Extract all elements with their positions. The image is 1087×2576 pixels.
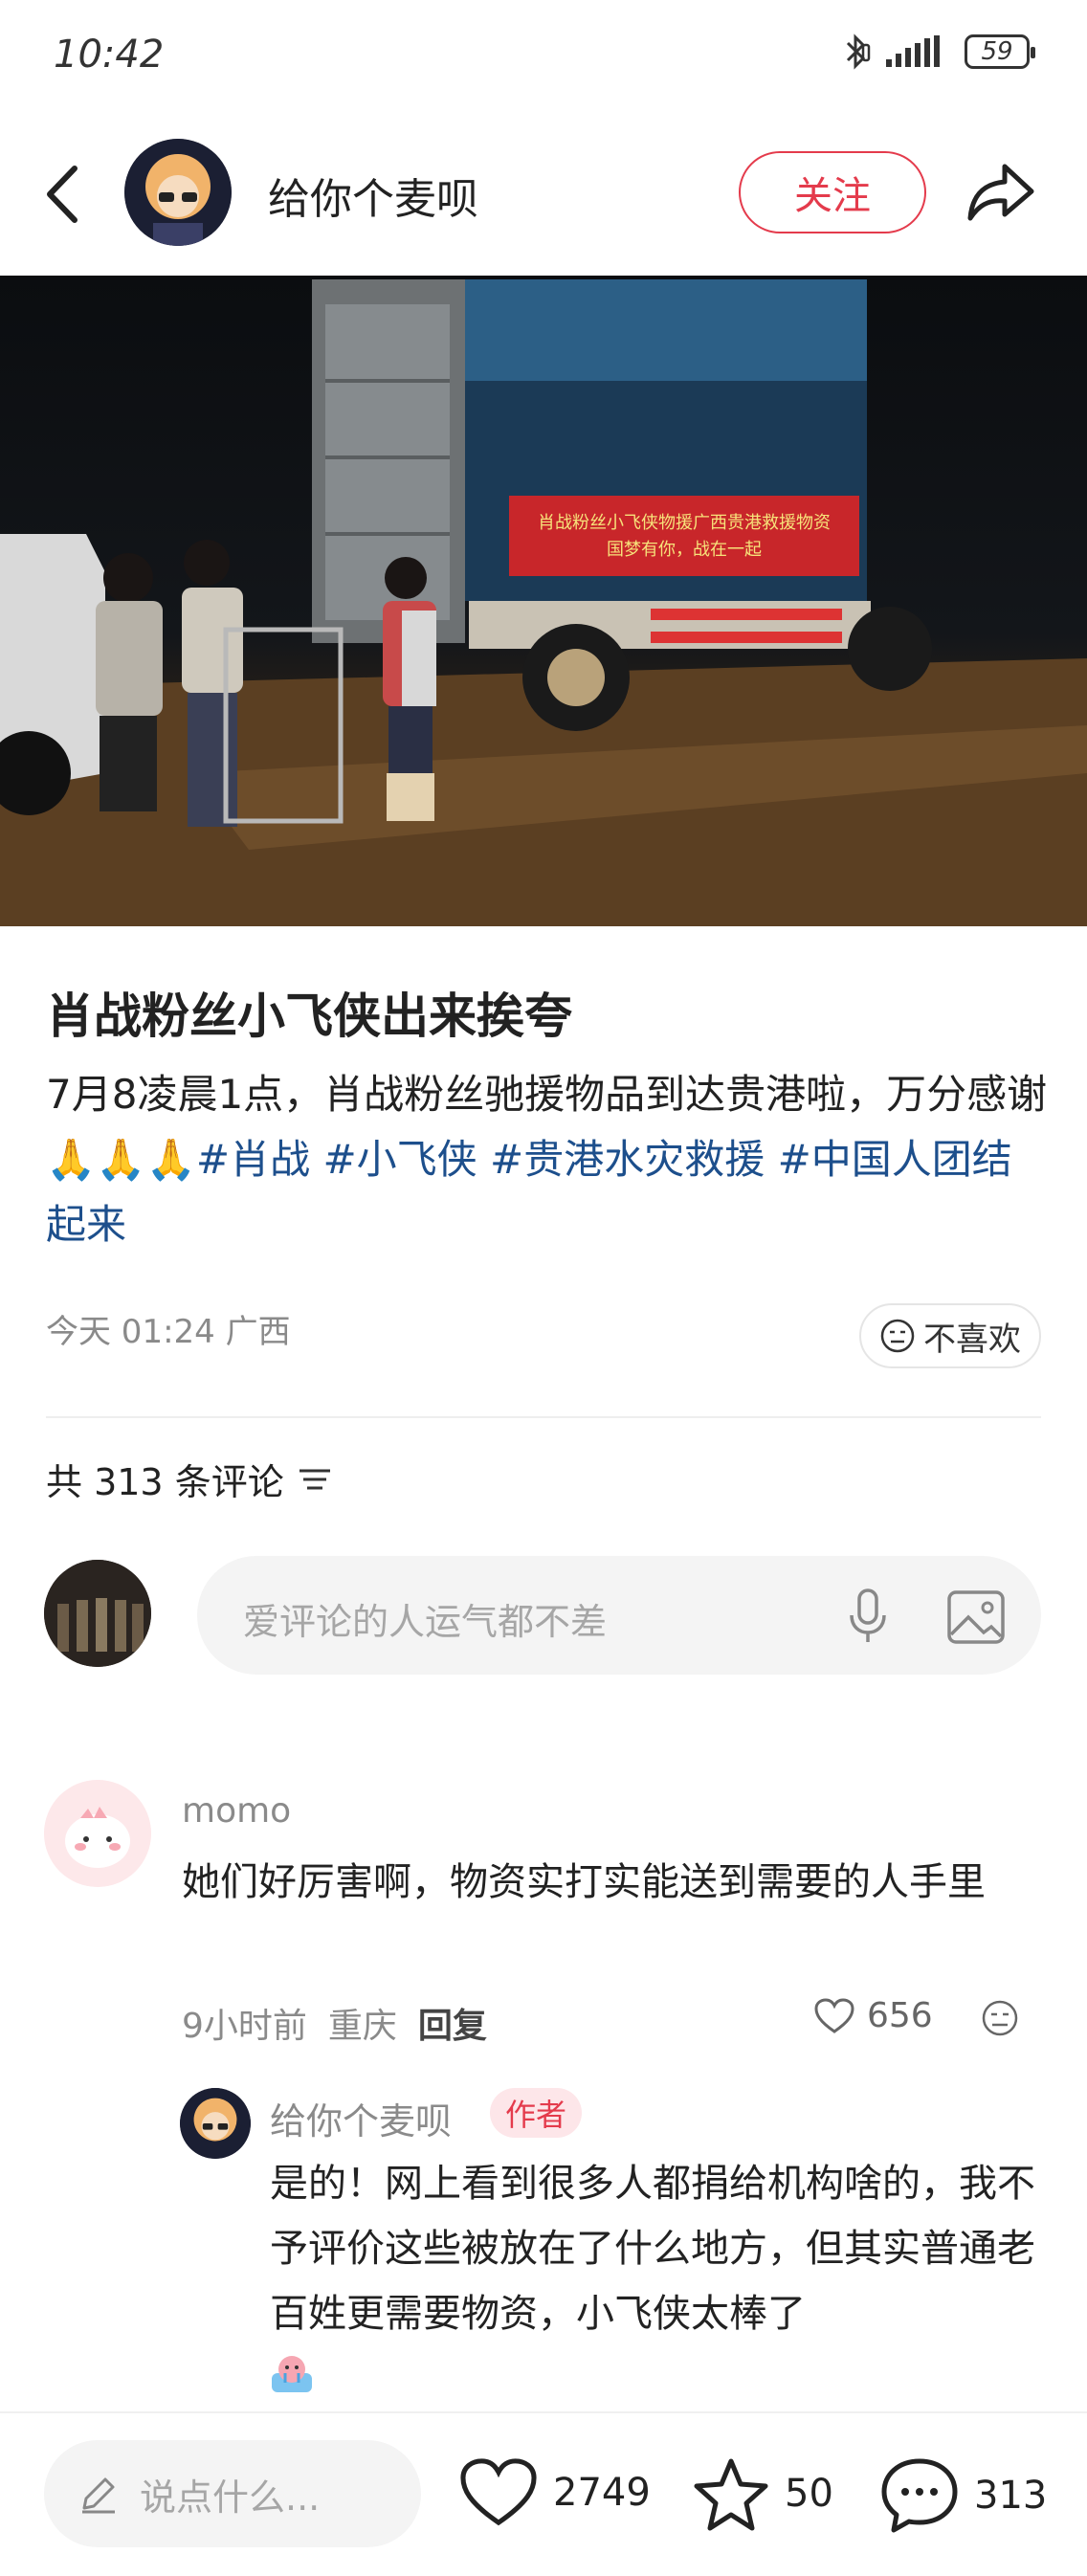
commenter-avatar-image	[44, 1780, 151, 1887]
commenter-avatar[interactable]	[44, 1780, 151, 1887]
back-button[interactable]	[36, 161, 94, 228]
comment-like-button[interactable]: 656	[813, 1996, 933, 2035]
commenter-name[interactable]: momo	[182, 1791, 291, 1831]
dislike-label: 不喜欢	[923, 1320, 1021, 1359]
my-avatar-image	[44, 1560, 151, 1667]
bluetooth-icon	[846, 33, 871, 70]
favorite-button[interactable]: 50	[691, 2455, 833, 2532]
say-something-placeholder: 说点什么...	[140, 2476, 321, 2519]
svg-text:国梦有你，战在一起: 国梦有你，战在一起	[607, 540, 762, 560]
post-meta: 今天 01:24 广西	[46, 1305, 291, 1352]
image-icon[interactable]	[945, 1588, 1007, 1646]
comment-dislike-icon[interactable]	[980, 1998, 1020, 2038]
post-body: 7月8凌晨1点，肖战粉丝驰援物品到达贵港啦，万分感谢🙏🙏🙏#肖战 #小飞侠 #贵…	[46, 1062, 1051, 1257]
follow-button[interactable]: 关注	[739, 151, 926, 233]
reply-author-avatar-image	[180, 2088, 251, 2159]
dislike-button[interactable]: 不喜欢	[859, 1303, 1041, 1368]
post-title: 肖战粉丝小飞侠出来挨夸	[46, 988, 572, 1044]
comment-count-header: 共 313 条评论	[46, 1453, 334, 1505]
reply-text: 是的！网上看到很多人都捐给机构啥的，我不予评价这些被放在了什么地方，但其实普通老…	[270, 2162, 1035, 2336]
comment-button[interactable]: 313	[878, 2455, 1047, 2536]
star-icon	[694, 2458, 768, 2531]
microphone-icon[interactable]	[844, 1587, 892, 1648]
truck-night-scene: 肖战粉丝小飞侠物援广西贵港救援物资 国梦有你，战在一起	[0, 279, 1087, 926]
pencil-icon	[82, 2477, 115, 2514]
status-time: 10:42	[54, 33, 165, 77]
post-location: 广西	[225, 1313, 291, 1351]
heart-icon	[814, 1997, 854, 2033]
comment-bubble-icon	[881, 2458, 958, 2533]
hashtag-guigang-rescue[interactable]: #贵港水灾救援	[490, 1136, 765, 1183]
reply-author-name[interactable]: 给你个麦呗	[270, 2092, 452, 2144]
post-photo[interactable]: 肖战粉丝小飞侠物援广西贵港救援物资 国梦有你，战在一起	[0, 276, 1087, 926]
battery-indicator: 59	[965, 34, 1035, 69]
favorite-count: 50	[785, 2472, 833, 2516]
share-button[interactable]	[963, 157, 1039, 228]
battery-level: 59	[981, 37, 1013, 66]
comment-meta: 9小时前 重庆 回复	[182, 1998, 487, 2048]
section-divider	[46, 1416, 1041, 1418]
comment-count: 共 313 条评论	[46, 1461, 284, 1503]
my-avatar	[44, 1560, 151, 1667]
author-badge: 作者	[490, 2088, 582, 2138]
heart-icon	[460, 2458, 537, 2526]
say-something-input[interactable]: 说点什么...	[44, 2440, 421, 2547]
comment-count-bottom: 313	[974, 2474, 1048, 2518]
comment-text: 她们好厉害啊，物资实打实能送到需要的人手里	[182, 1860, 986, 1904]
author-avatar[interactable]	[124, 139, 232, 246]
comment-location: 重庆	[327, 2007, 397, 2046]
hashtag-xiaofeixia[interactable]: #小飞侠	[322, 1136, 477, 1183]
comment-like-count: 656	[867, 1996, 933, 2035]
reply-author-avatar[interactable]	[180, 2088, 251, 2159]
chevron-left-icon	[47, 166, 78, 223]
share-icon	[967, 164, 1034, 221]
author-name[interactable]: 给你个麦呗	[268, 165, 478, 226]
crying-sticker-icon	[272, 2356, 312, 2392]
post-date: 今天 01:24	[46, 1313, 215, 1351]
like-button[interactable]: 2749	[457, 2455, 651, 2530]
comment-time: 9小时前	[182, 2007, 307, 2046]
signal-icon	[886, 35, 940, 67]
reply-button[interactable]: 回复	[418, 1998, 487, 2048]
author-avatar-image	[124, 139, 232, 246]
hashtag-xiaozhan[interactable]: #肖战	[196, 1136, 310, 1183]
sort-icon[interactable]	[296, 1463, 334, 1496]
status-icons: 59	[842, 33, 1035, 71]
comment-input-placeholder: 爱评论的人运气都不差	[243, 1601, 608, 1643]
like-count: 2749	[553, 2471, 651, 2515]
frown-face-icon	[880, 1319, 915, 1353]
svg-text:肖战粉丝小飞侠物援广西贵港救援物资: 肖战粉丝小飞侠物援广西贵港救援物资	[538, 513, 831, 533]
